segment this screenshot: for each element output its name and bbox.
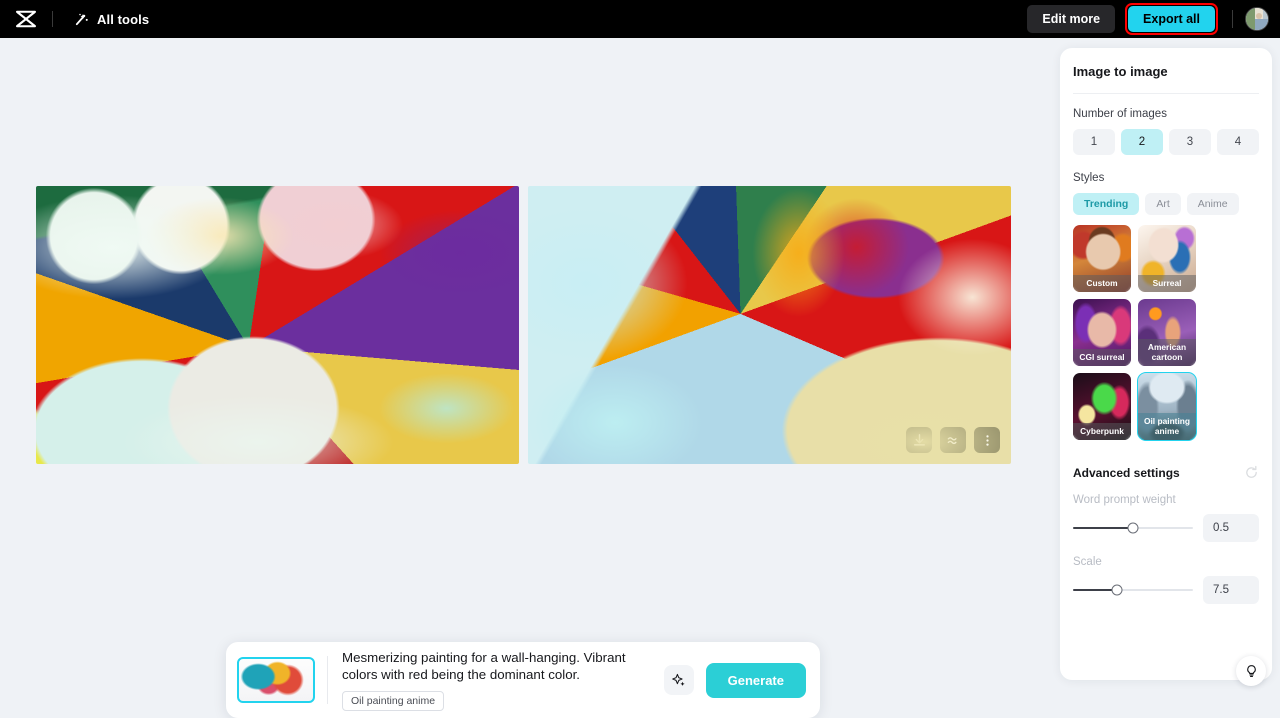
number-of-images-label: Number of images bbox=[1073, 108, 1259, 120]
capcut-logo-icon bbox=[15, 10, 37, 28]
export-all-highlight: Export all bbox=[1125, 3, 1218, 35]
scale-slider[interactable] bbox=[1073, 589, 1193, 591]
download-button[interactable] bbox=[906, 427, 932, 453]
app-logo[interactable] bbox=[0, 10, 52, 28]
style-caption-american-cartoon: American cartoon bbox=[1138, 339, 1196, 366]
all-tools-button[interactable]: All tools bbox=[74, 12, 149, 27]
word-prompt-weight-label: Word prompt weight bbox=[1073, 494, 1259, 506]
prompt-source-thumbnail[interactable] bbox=[237, 657, 315, 703]
word-prompt-weight-thumb[interactable] bbox=[1128, 523, 1139, 534]
style-tab-anime[interactable]: Anime bbox=[1187, 193, 1239, 215]
style-caption-oil-painting-anime: Oil painting anime bbox=[1138, 413, 1196, 440]
number-option-1[interactable]: 1 bbox=[1073, 129, 1115, 155]
advanced-settings-title: Advanced settings bbox=[1073, 466, 1180, 480]
prompt-text[interactable]: Mesmerizing painting for a wall-hanging.… bbox=[342, 649, 664, 683]
style-card-oil-painting-anime[interactable]: Oil painting anime bbox=[1138, 373, 1196, 440]
image-toolbar bbox=[906, 427, 1000, 453]
word-prompt-weight-slider[interactable] bbox=[1073, 527, 1193, 529]
header-actions: Edit more Export all bbox=[1027, 3, 1280, 35]
scale-thumb[interactable] bbox=[1112, 585, 1123, 596]
advanced-settings-header: Advanced settings bbox=[1073, 465, 1259, 480]
magic-enhance-button[interactable] bbox=[664, 665, 694, 695]
scale-row: 7.5 bbox=[1073, 576, 1259, 604]
style-card-custom[interactable]: Custom bbox=[1073, 225, 1131, 292]
more-vertical-icon bbox=[980, 433, 995, 448]
generate-button[interactable]: Generate bbox=[706, 663, 806, 698]
generated-images-row bbox=[36, 186, 1011, 464]
download-icon bbox=[912, 433, 927, 448]
generated-image-1[interactable] bbox=[36, 186, 519, 464]
sparkle-icon bbox=[671, 672, 687, 688]
reset-icon[interactable] bbox=[1244, 465, 1259, 480]
more-options-button[interactable] bbox=[974, 427, 1000, 453]
style-tab-art[interactable]: Art bbox=[1145, 193, 1180, 215]
style-caption-custom: Custom bbox=[1073, 275, 1131, 292]
top-bar: All tools Edit more Export all bbox=[0, 0, 1280, 38]
enhance-button[interactable] bbox=[940, 427, 966, 453]
style-card-cyberpunk[interactable]: Cyberpunk bbox=[1073, 373, 1131, 440]
style-tab-trending[interactable]: Trending bbox=[1073, 193, 1139, 215]
panel-divider bbox=[1073, 93, 1259, 94]
settings-panel: Image to image Number of images 1 2 3 4 … bbox=[1060, 48, 1272, 680]
style-caption-cgi-surreal: CGI surreal bbox=[1073, 349, 1131, 366]
panel-title: Image to image bbox=[1073, 64, 1259, 79]
style-card-cgi-surreal[interactable]: CGI surreal bbox=[1073, 299, 1131, 366]
avatar[interactable] bbox=[1245, 7, 1269, 31]
styles-label: Styles bbox=[1073, 172, 1259, 184]
style-grid: Custom Surreal CGI surreal American cart… bbox=[1073, 225, 1259, 440]
style-caption-surreal: Surreal bbox=[1138, 275, 1196, 292]
header-divider-2 bbox=[1232, 10, 1233, 28]
number-option-2[interactable]: 2 bbox=[1121, 129, 1163, 155]
user-avatar-icon bbox=[1246, 8, 1269, 31]
word-prompt-weight-value[interactable]: 0.5 bbox=[1203, 514, 1259, 542]
scale-label: Scale bbox=[1073, 556, 1259, 568]
style-caption-cyberpunk: Cyberpunk bbox=[1073, 423, 1131, 440]
prompt-body: Mesmerizing painting for a wall-hanging.… bbox=[342, 649, 664, 711]
style-tabs: Trending Art Anime bbox=[1073, 193, 1259, 215]
style-card-american-cartoon[interactable]: American cartoon bbox=[1138, 299, 1196, 366]
scale-value[interactable]: 7.5 bbox=[1203, 576, 1259, 604]
number-option-4[interactable]: 4 bbox=[1217, 129, 1259, 155]
word-prompt-weight-row: 0.5 bbox=[1073, 514, 1259, 542]
magic-wand-icon bbox=[74, 12, 89, 27]
number-option-3[interactable]: 3 bbox=[1169, 129, 1211, 155]
export-all-button[interactable]: Export all bbox=[1128, 6, 1215, 32]
number-of-images-options: 1 2 3 4 bbox=[1073, 129, 1259, 155]
lightbulb-icon bbox=[1244, 664, 1259, 679]
edit-more-button[interactable]: Edit more bbox=[1027, 5, 1115, 33]
generated-image-2[interactable] bbox=[528, 186, 1011, 464]
enhance-wave-icon bbox=[946, 433, 961, 448]
all-tools-label: All tools bbox=[97, 12, 149, 27]
header-divider bbox=[52, 11, 53, 27]
help-button[interactable] bbox=[1236, 656, 1266, 686]
prompt-divider bbox=[327, 656, 328, 704]
style-card-surreal[interactable]: Surreal bbox=[1138, 225, 1196, 292]
prompt-style-tag[interactable]: Oil painting anime bbox=[342, 691, 444, 711]
canvas-area: Mesmerizing painting for a wall-hanging.… bbox=[0, 38, 1048, 704]
prompt-bar: Mesmerizing painting for a wall-hanging.… bbox=[226, 642, 820, 718]
